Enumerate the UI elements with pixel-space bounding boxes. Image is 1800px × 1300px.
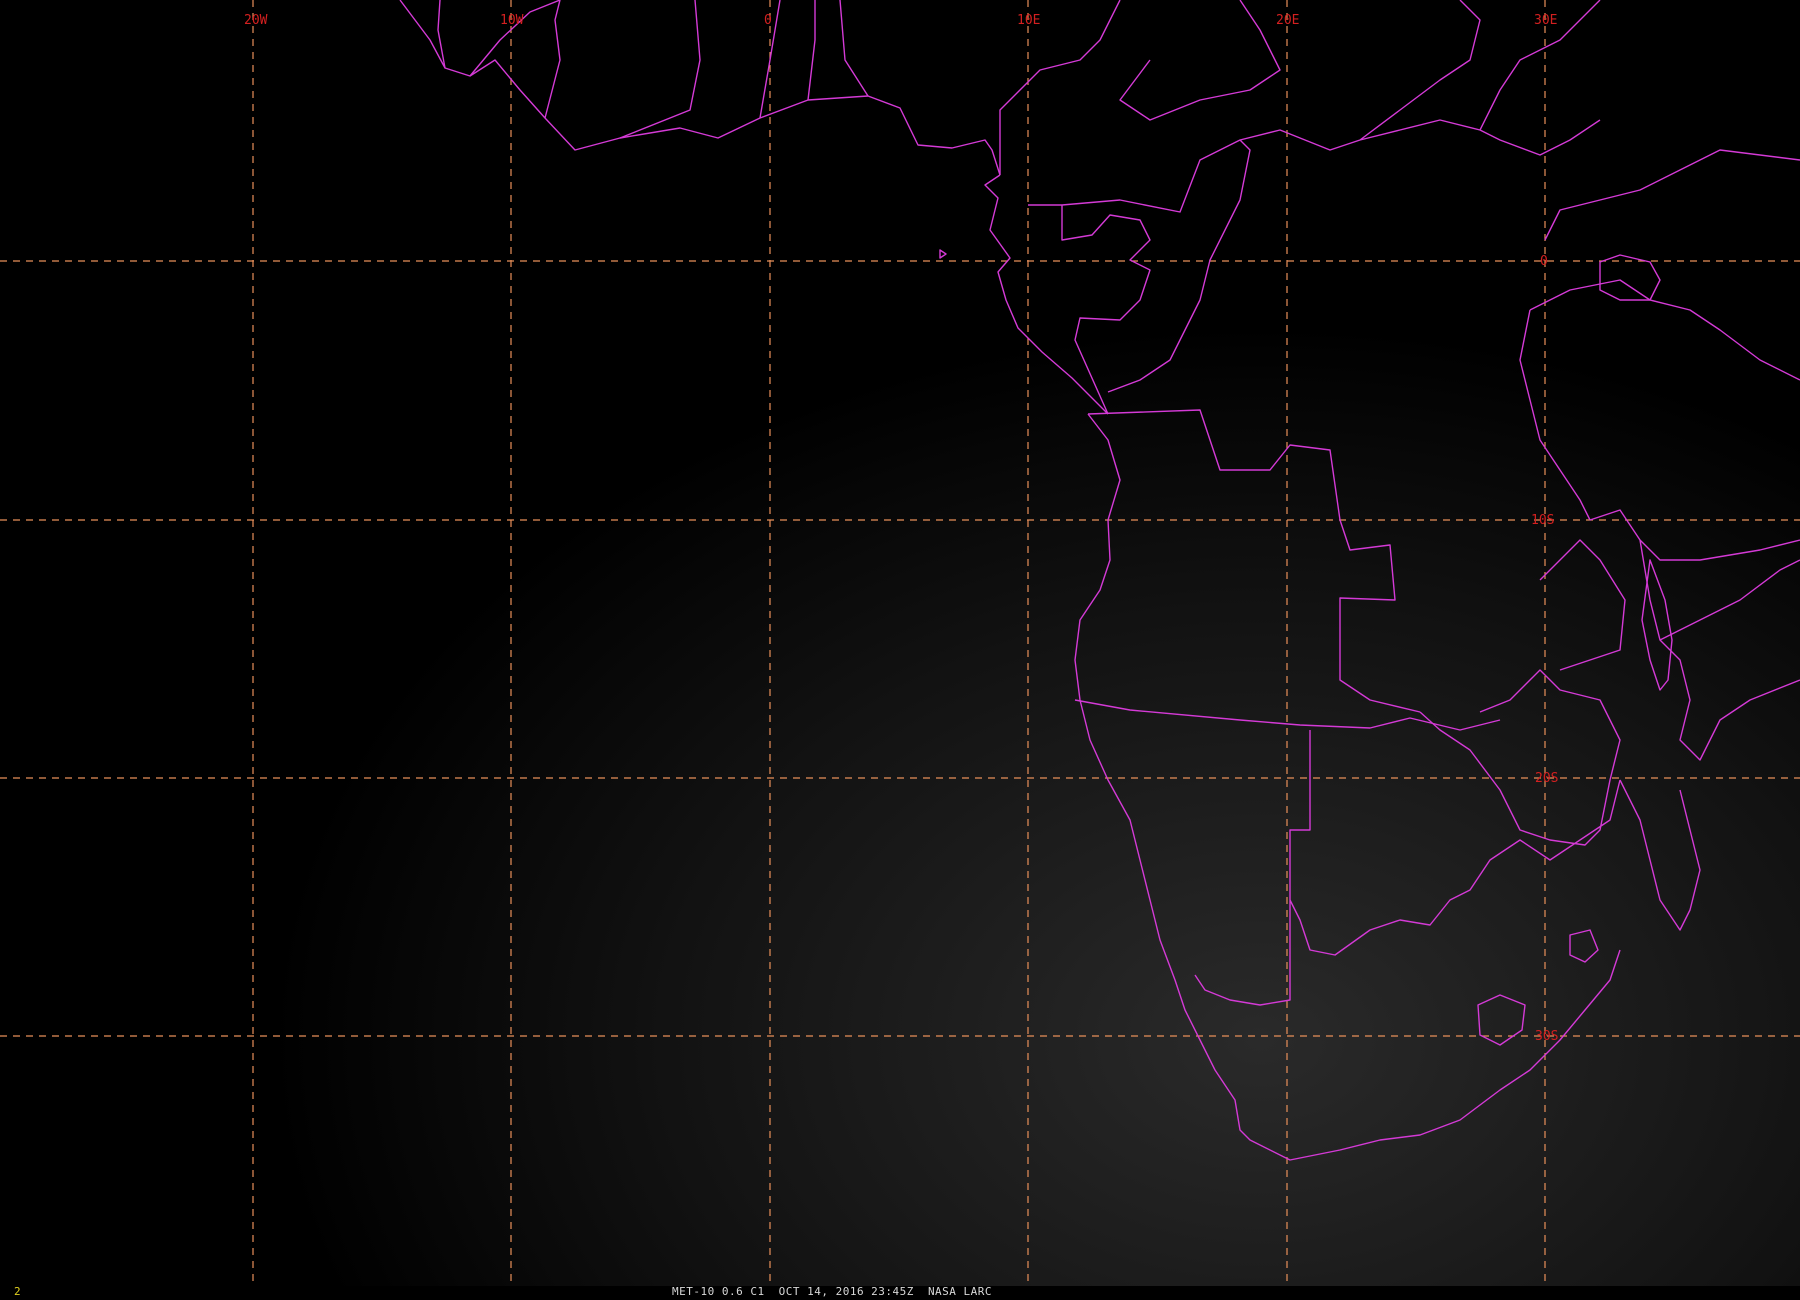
lon-label-20w: 20W xyxy=(244,13,268,28)
lat-label-0: 0 xyxy=(1540,254,1548,269)
satellite-map-viewport[interactable]: 20W 10W 0 10E 20E 30E 0 10S 20S 30S 2 ME… xyxy=(0,0,1800,1300)
caption-datetime: OCT 14, 2016 23:45Z xyxy=(778,1285,914,1298)
satellite-map: 20W 10W 0 10E 20E 30E 0 10S 20S 30S xyxy=(0,0,1800,1300)
lon-label-30e: 30E xyxy=(1534,13,1557,28)
frame-number: 2 xyxy=(14,1285,21,1298)
lat-label-10s: 10S xyxy=(1531,513,1554,528)
caption-satellite: MET-10 0.6 C1 xyxy=(672,1285,765,1298)
lat-label-30s: 30S xyxy=(1535,1029,1558,1044)
lon-label-0: 0 xyxy=(764,13,772,28)
lon-label-10e: 10E xyxy=(1017,13,1040,28)
lon-label-20e: 20E xyxy=(1276,13,1299,28)
lon-label-10w: 10W xyxy=(500,13,524,28)
earth-disk-shading xyxy=(0,0,1800,1300)
image-caption: MET-10 0.6 C1 OCT 14, 2016 23:45Z NASA LAR… xyxy=(672,1285,1006,1298)
lat-label-20s: 20S xyxy=(1535,771,1558,786)
caption-source: NASA LARC xyxy=(927,1285,993,1298)
